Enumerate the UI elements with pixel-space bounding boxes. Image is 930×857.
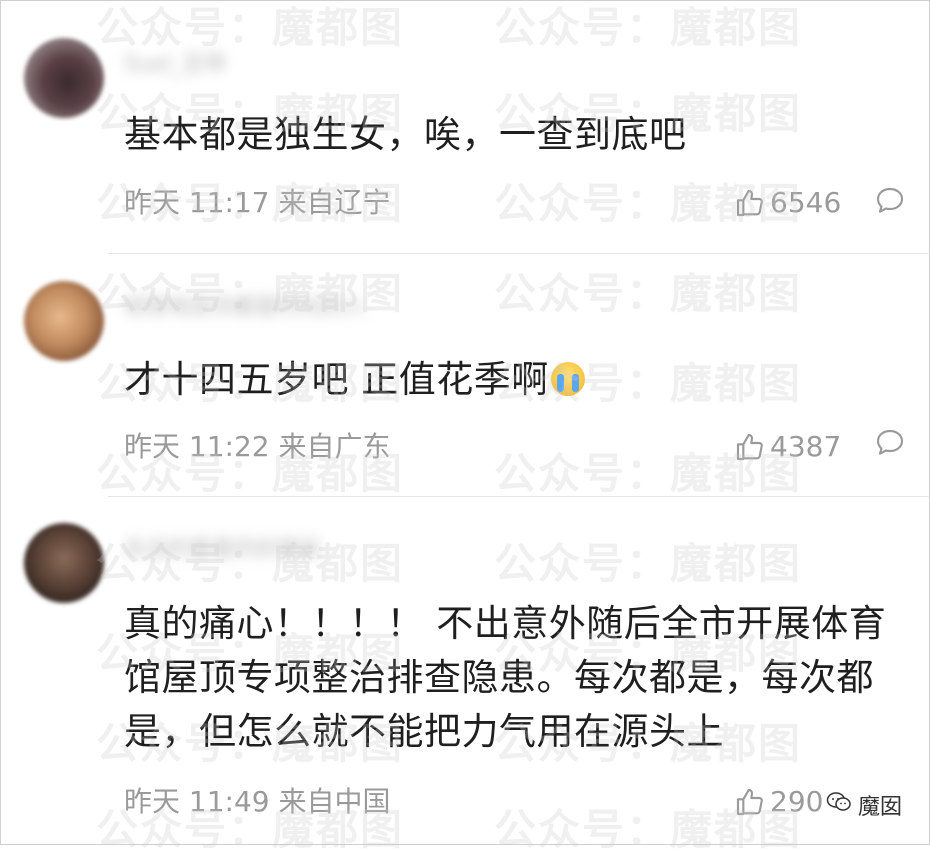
username[interactable]: Suel_豆帝 xyxy=(124,50,227,80)
thumbs-up-icon xyxy=(734,187,766,219)
comment-location: 来自辽宁 xyxy=(278,186,391,219)
username[interactable]: 永远的星星的好朋友 xyxy=(124,535,322,565)
comment-location: 来自广东 xyxy=(278,430,391,463)
thumbs-up-icon xyxy=(734,786,766,818)
brand-name: 魔囡 xyxy=(857,795,902,820)
like-count: 290 xyxy=(770,785,824,818)
comment-text-body: 才十四五岁吧 正值花季啊 xyxy=(124,358,549,401)
thumbs-up-icon xyxy=(734,431,766,463)
avatar[interactable] xyxy=(24,38,104,118)
comment-meta: 昨天 11:49 来自中国 xyxy=(124,782,391,822)
comment-time: 昨天 11:22 xyxy=(124,430,270,463)
username[interactable]: 轻轻地走你都是时光的人 xyxy=(124,293,366,323)
brand-badge: 魔囡 xyxy=(821,787,906,823)
like-button[interactable]: 6546 xyxy=(734,183,841,223)
comment-meta: 昨天 11:17 来自辽宁 xyxy=(124,183,391,223)
like-button[interactable]: 290 xyxy=(734,782,823,822)
comment-meta: 昨天 11:22 来自广东 xyxy=(124,427,391,467)
comment-bubble-icon xyxy=(874,427,906,463)
like-count: 4387 xyxy=(770,430,842,463)
comment-text: 基本都是独生女，唉，一查到底吧 xyxy=(124,113,687,156)
comment-time: 昨天 11:49 xyxy=(124,785,270,818)
comment-time: 昨天 11:17 xyxy=(124,186,270,219)
divider xyxy=(108,496,930,497)
comment-bubble-icon xyxy=(874,185,906,221)
reply-button[interactable] xyxy=(872,183,908,223)
comment-text: 才十四五岁吧 正值花季啊 xyxy=(124,353,894,407)
reply-button[interactable] xyxy=(872,425,908,465)
comment-text: 真的痛心！！！！ 不出意外随后全市开展体育馆屋顶专项整治排查隐患。每次都是，每次… xyxy=(124,602,887,753)
crying-face-emoji xyxy=(550,362,585,396)
avatar[interactable] xyxy=(24,523,104,603)
comment-location: 来自中国 xyxy=(278,785,391,818)
avatar[interactable] xyxy=(24,281,104,361)
like-button[interactable]: 4387 xyxy=(734,427,841,467)
like-count: 6546 xyxy=(770,186,842,219)
divider xyxy=(108,253,930,254)
wechat-icon xyxy=(826,791,852,819)
